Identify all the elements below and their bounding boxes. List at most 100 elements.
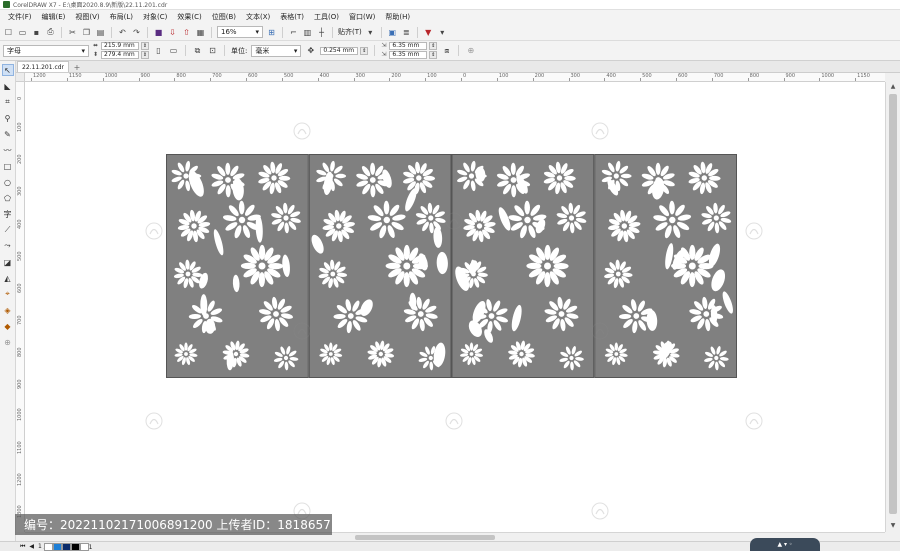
show-grid-icon[interactable]: ▥ [302,27,313,38]
swatch-navy[interactable] [62,543,71,551]
show-guidelines-icon[interactable]: ┼ [316,27,327,38]
horizontal-ruler[interactable]: 1200 1150 1000 900 800 700 600 500 400 300 200 100 0… [25,73,885,82]
swatch-black[interactable] [71,543,80,551]
zoom-level-select[interactable]: 16% ▾ [217,26,263,38]
duplicate-y-stepper[interactable]: ⇕ [429,51,438,59]
print-icon[interactable]: ⎙ [45,27,56,38]
drawing-canvas[interactable] [25,82,885,532]
menu-text[interactable]: 文本(X) [241,12,275,22]
smart-fill-icon[interactable]: ◆ [2,320,14,332]
swatch-blue[interactable] [53,543,62,551]
upload-id-banner: 编号：20221102171006891200 上传者ID：1818657 [15,514,332,535]
add-tool-icon[interactable]: ⊕ [2,336,14,348]
open-folder-icon[interactable]: ▭ [17,27,28,38]
current-page-icon[interactable]: ⊡ [207,45,218,56]
carved-screen-panels[interactable] [166,154,737,378]
duplicate-y-field[interactable]: 6.35 mm [389,51,428,59]
redo-icon[interactable]: ↷ [131,27,142,38]
duplicate-x-field[interactable]: 6.35 mm [389,42,428,50]
nudge-distance-field[interactable]: 0.254 mm [320,46,359,55]
page-height-field[interactable]: 279.4 mm [101,51,139,59]
swatch-none[interactable] [44,543,53,551]
menu-file[interactable]: 文件(F) [3,12,37,22]
vertical-scroll-thumb[interactable] [889,94,897,514]
ruler-tick-label: 100 [498,73,509,79]
toolbox: ↖ ◣ ⌗ ⚲ ✎ 〰 □ ○ ⬠ 字 ⟋ ⤳ ◪ ◭ ⌖ ◈ ◆ ⊕ [0,61,16,543]
page-height-stepper[interactable]: ⇕ [141,51,149,59]
menu-window[interactable]: 窗口(W) [344,12,380,22]
transparency-tool-icon[interactable]: ◭ [2,272,14,284]
paper-type-select[interactable]: 字母 ▾ [3,44,89,57]
cut-icon[interactable]: ✂ [67,27,78,38]
full-screen-icon[interactable]: ⊞ [266,27,277,38]
rectangle-tool-icon[interactable]: □ [2,160,14,172]
snap-to-dropdown[interactable]: 贴齐(T) [338,27,362,37]
text-tool-icon[interactable]: 字 [2,208,14,220]
horizontal-scroll-thumb[interactable] [355,535,495,540]
menu-layout[interactable]: 布局(L) [105,12,138,22]
first-page-icon[interactable]: ⏮ [20,543,25,551]
menu-object[interactable]: 对象(C) [138,12,172,22]
interactive-fill-icon[interactable]: ◈ [2,304,14,316]
quick-customize-icon[interactable]: ⊕ [465,45,476,56]
menu-bitmaps[interactable]: 位图(B) [207,12,241,22]
artistic-media-icon[interactable]: 〰 [2,144,14,156]
crop-tool-icon[interactable]: ⌗ [2,96,14,108]
menu-view[interactable]: 视图(V) [70,12,104,22]
show-rulers-icon[interactable]: ⌐ [288,27,299,38]
swatch-white[interactable] [80,543,89,551]
freehand-tool-icon[interactable]: ✎ [2,128,14,140]
all-pages-icon[interactable]: ⧉ [192,45,203,56]
page-width-field[interactable]: 215.9 mm [101,42,139,50]
pick-tool-icon[interactable]: ↖ [1,64,14,76]
menu-tools[interactable]: 工具(O) [309,12,344,22]
vertical-ruler[interactable]: 0 100 200 300 400 500 600 700 800 900 1000 1100 1200… [16,82,25,532]
menu-edit[interactable]: 编辑(E) [37,12,71,22]
ruler-origin[interactable] [16,73,25,82]
import-icon[interactable]: ⇩ [167,27,178,38]
flower-center-cutout [191,223,197,229]
vertical-scrollbar[interactable]: ▲ ▼ [885,82,900,532]
search-content-icon[interactable]: ■ [153,27,164,38]
watermark-logo-icon [293,122,311,140]
publish-pdf-icon[interactable]: ▦ [195,27,206,38]
duplicate-x-stepper[interactable]: ⇕ [429,42,438,50]
ruler-tick-label: 100 [427,73,437,79]
scroll-up-icon[interactable]: ▲ [889,83,897,91]
menu-effects[interactable]: 效果(C) [172,12,206,22]
prev-page-icon[interactable]: ◀ [29,543,34,550]
ellipse-tool-icon[interactable]: ○ [2,176,14,188]
watermark-logo-icon [145,412,163,430]
undo-icon[interactable]: ↶ [117,27,128,38]
application-launcher-icon[interactable]: ▼ [423,27,434,38]
save-icon[interactable]: ▪ [31,27,42,38]
menu-table[interactable]: 表格(T) [275,12,309,22]
ruler-tick [246,78,247,81]
menu-help[interactable]: 帮助(H) [380,12,415,22]
treat-as-filled-icon[interactable]: ⧈ [441,45,452,56]
document-tab[interactable]: 22.11.201.cdr [17,61,70,72]
new-document-icon[interactable]: ☐ [3,27,14,38]
nudge-distance-stepper[interactable]: ⇕ [360,46,369,55]
paste-icon[interactable]: ▤ [95,27,106,38]
drop-shadow-icon[interactable]: ◪ [2,256,14,268]
landscape-icon[interactable]: ▭ [168,45,179,56]
units-select[interactable]: 毫米 ▾ [251,44,302,57]
shape-tool-icon[interactable]: ◣ [2,80,14,92]
copy-icon[interactable]: ❐ [81,27,92,38]
welcome-screen-icon[interactable]: ▣ [387,27,398,38]
connector-tool-icon[interactable]: ⤳ [2,240,14,252]
portrait-icon[interactable]: ▯ [153,45,164,56]
zoom-tool-icon[interactable]: ⚲ [2,112,14,124]
options-icon[interactable]: ≣ [401,27,412,38]
add-document-icon[interactable]: + [72,62,82,72]
eyedropper-tool-icon[interactable]: ⌖ [2,288,14,300]
screen-panel [594,154,737,378]
page-width-stepper[interactable]: ⇕ [141,42,149,50]
flower-center-cutout [283,215,289,221]
parallel-dimension-icon[interactable]: ⟋ [2,224,14,236]
flower-center-cutout [569,355,574,361]
scroll-down-icon[interactable]: ▼ [889,522,897,530]
export-icon[interactable]: ⇧ [181,27,192,38]
polygon-tool-icon[interactable]: ⬠ [2,192,14,204]
